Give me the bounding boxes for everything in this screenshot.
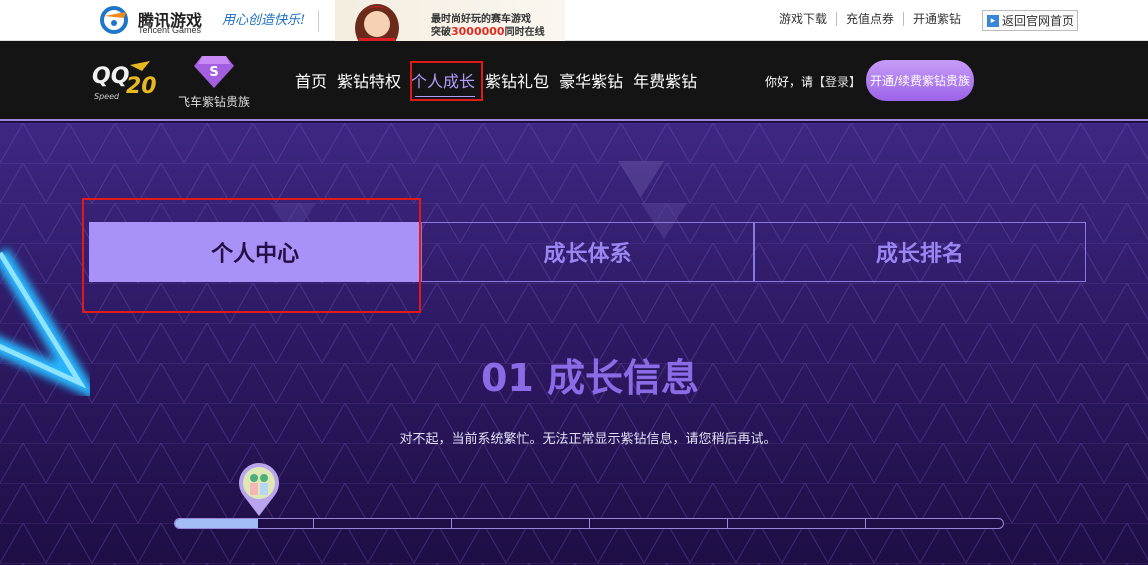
open-renew-button[interactable]: 开通/续费紫钻贵族	[866, 60, 974, 101]
racer-girl-icon	[355, 4, 399, 41]
login-link[interactable]: 【登录】	[813, 75, 861, 89]
nav-annual[interactable]: 年费紫钻	[628, 69, 702, 95]
open-purple-diamond-link[interactable]: 开通紫钻	[904, 12, 970, 26]
nav-home[interactable]: 首页	[290, 69, 332, 95]
divider	[318, 10, 319, 32]
tab-growth-ranking[interactable]: 成长排名	[753, 222, 1086, 282]
nav-privileges[interactable]: 紫钻特权	[332, 69, 406, 95]
tencent-logo-icon	[100, 6, 128, 34]
triangle-pattern-background	[0, 123, 1148, 565]
progress-segment-divider	[451, 519, 452, 528]
nav-items: 首页 紫钻特权 个人成长 紫钻礼包 豪华紫钻 年费紫钻	[290, 69, 702, 95]
top-links: 游戏下载 充值点券 开通紫钻	[770, 12, 970, 26]
svg-text:S: S	[209, 65, 218, 80]
slogan: 用心创造快乐!	[222, 13, 306, 28]
top-bar: 腾讯游戏 Tencent Games 用心创造快乐! 最时尚好玩的赛车游戏 突破…	[0, 0, 1148, 41]
download-link[interactable]: 游戏下载	[770, 12, 838, 26]
ad-banner[interactable]: 最时尚好玩的赛车游戏 突破3000000同时在线	[335, 0, 565, 41]
highlight-box-tab	[82, 198, 421, 313]
progress-fill	[175, 519, 258, 528]
main-nav: QQ 20 Speed S 飞车紫钻贵族 首页 紫钻特权 个人成长 紫钻礼包 豪…	[0, 41, 1148, 121]
progress-segment-divider	[589, 519, 590, 528]
purple-diamond-label: 飞车紫钻贵族	[178, 95, 251, 109]
svg-text:Speed: Speed	[94, 92, 120, 101]
logo-en-text: Tencent Games	[138, 25, 202, 35]
main-content	[0, 123, 1148, 565]
banner-line2-suffix: 同时在线	[504, 27, 545, 38]
tencent-games-logo[interactable]: 腾讯游戏 Tencent Games	[100, 4, 220, 36]
nav-luxury[interactable]: 豪华紫钻	[554, 69, 628, 95]
highlight-box-nav	[410, 61, 483, 101]
back-home-label: 返回官网首页	[1002, 14, 1075, 28]
svg-text:20: 20	[126, 74, 157, 99]
greeting: 你好，请【登录】	[765, 73, 861, 90]
qq-speed-logo[interactable]: QQ 20 Speed	[90, 57, 162, 103]
recharge-link[interactable]: 充值点券	[837, 12, 905, 26]
progress-segment-divider	[313, 519, 314, 528]
banner-line2: 突破3000000同时在线	[431, 23, 545, 38]
progress-segment-divider	[865, 519, 866, 528]
avatar-pin-icon	[239, 463, 279, 516]
section-title: 01 成长信息	[480, 356, 700, 400]
progress-segment-divider	[727, 519, 728, 528]
busy-message: 对不起，当前系统繁忙。无法正常显示紫钻信息，请您稍后再试。	[399, 432, 777, 447]
nav-gift-packs[interactable]: 紫钻礼包	[480, 69, 554, 95]
banner-number: 3000000	[451, 25, 505, 38]
tab-growth-system[interactable]: 成长体系	[421, 222, 754, 282]
banner-line2-prefix: 突破	[431, 27, 451, 38]
greeting-text: 你好，请	[765, 75, 814, 89]
back-home-button[interactable]: ▸ 返回官网首页	[982, 10, 1078, 31]
chevron-right-icon: ▸	[987, 14, 999, 27]
svg-text:QQ: QQ	[92, 64, 129, 89]
purple-diamond-icon: S	[194, 56, 234, 88]
